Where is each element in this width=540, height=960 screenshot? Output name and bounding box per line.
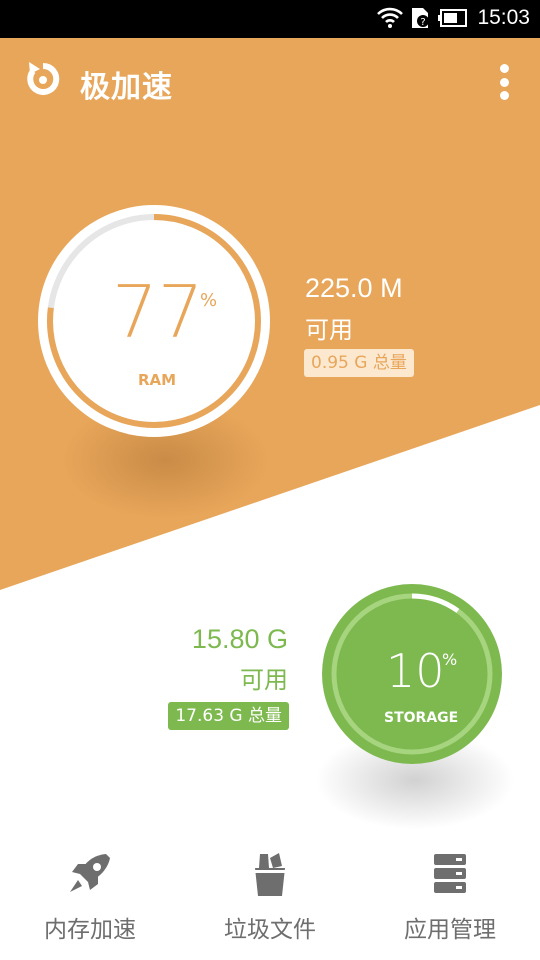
storage-percent-sign: % [442,650,458,669]
nav-app-manager[interactable]: 应用管理 [360,840,540,960]
storage-available-label: 可用 [240,666,288,694]
sim-unknown-icon: ? [412,8,430,28]
nav-label: 内存加速 [44,917,136,943]
storage-available: 15.80 G [191,624,288,654]
storage-percent: 10 [386,644,445,698]
app-logo-icon [27,62,60,95]
nav-memory-boost[interactable]: 内存加速 [0,840,180,960]
status-bar: ? 15:03 [0,0,540,38]
ram-label: RAM [138,371,177,389]
app-manage-icon [434,854,466,893]
nav-junk-files[interactable]: 垃圾文件 [180,840,360,960]
wifi-icon [377,7,404,28]
bottom-nav: 内存加速 垃圾文件 应用管理 [0,840,540,960]
storage-total-badge: 17.63 G 总量 [168,702,289,730]
app-title: 极加速 [80,70,173,105]
nav-label: 应用管理 [404,917,496,943]
ram-percent-sign: % [200,290,218,311]
nav-label: 垃圾文件 [224,917,316,943]
more-vert-icon[interactable] [494,64,514,100]
storage-label: STORAGE [384,710,459,726]
ram-percent: 77 [112,270,204,354]
ram-total-badge: 0.95 G 总量 [304,349,414,377]
svg-text:?: ? [421,17,426,28]
clock: 15:03 [477,6,530,29]
app-bar: 极加速 [0,38,540,124]
ram-available-label: 可用 [305,316,353,344]
trash-bin-icon [255,853,285,896]
battery-icon [438,9,468,27]
rocket-icon [70,854,110,892]
ram-available: 225.0 M [305,273,403,303]
